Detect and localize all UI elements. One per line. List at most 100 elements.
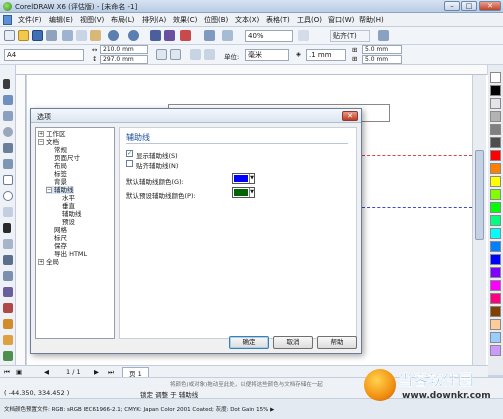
unit-dropdown[interactable]: 毫米 — [245, 49, 289, 61]
duplicate-y-input[interactable]: 5.0 mm — [362, 55, 402, 64]
page-first-icon[interactable]: ⏮ — [4, 368, 10, 377]
palette-swatch[interactable] — [490, 98, 501, 109]
menu-effects[interactable]: 效果(C) — [173, 15, 197, 25]
all-pages-icon[interactable] — [190, 49, 201, 60]
page-next-icon[interactable]: ▶ — [94, 368, 99, 376]
tree-item[interactable]: 水平 — [54, 194, 75, 202]
shape-tool-icon[interactable] — [3, 95, 13, 105]
publish-pdf-icon[interactable] — [180, 30, 191, 41]
tree-item[interactable]: − 文档 — [38, 138, 59, 146]
menu-table[interactable]: 表格(T) — [266, 15, 290, 25]
palette-swatch[interactable] — [490, 215, 501, 226]
export-icon[interactable] — [164, 30, 175, 41]
snap-to-dropdown[interactable]: 贴齐(T) — [330, 30, 370, 42]
rectangle-tool-icon[interactable] — [3, 175, 13, 185]
page-height-input[interactable]: 297.0 mm — [100, 55, 148, 64]
landscape-icon[interactable] — [170, 49, 181, 60]
full-screen-icon[interactable] — [298, 30, 309, 41]
tree-item[interactable]: 网格 — [46, 226, 67, 234]
menu-window[interactable]: 窗口(W) — [328, 15, 354, 25]
tree-item[interactable]: 导出 HTML — [46, 250, 87, 258]
menu-bitmaps[interactable]: 位图(B) — [204, 15, 228, 25]
ok-button[interactable]: 确定 — [229, 336, 269, 349]
tree-item[interactable]: 标尺 — [46, 234, 67, 242]
menu-help[interactable]: 帮助(H) — [359, 15, 384, 25]
tree-item[interactable]: 辅助线 — [54, 210, 82, 218]
palette-swatch[interactable] — [490, 280, 501, 291]
tree-item[interactable]: 标签 — [46, 170, 67, 178]
dimension-tool-icon[interactable] — [3, 255, 13, 265]
save-icon[interactable] — [32, 30, 43, 41]
palette-swatch[interactable] — [490, 293, 501, 304]
freehand-tool-icon[interactable] — [3, 143, 13, 153]
ellipse-tool-icon[interactable] — [3, 191, 13, 201]
palette-swatch[interactable] — [490, 163, 501, 174]
palette-swatch[interactable] — [490, 150, 501, 161]
tree-item[interactable]: 垂直 — [54, 202, 75, 210]
tree-item[interactable]: 保存 — [46, 242, 67, 250]
palette-swatch[interactable] — [490, 332, 501, 343]
undo-icon[interactable] — [108, 30, 119, 41]
palette-swatch[interactable] — [490, 267, 501, 278]
tree-item[interactable]: + 全局 — [38, 258, 59, 266]
copy-icon[interactable] — [76, 30, 87, 41]
scroll-thumb[interactable] — [475, 150, 484, 240]
tree-item[interactable]: 预设 — [54, 218, 75, 226]
palette-swatch[interactable] — [490, 72, 501, 83]
palette-swatch[interactable] — [490, 85, 501, 96]
tree-item[interactable]: 常规 — [46, 146, 67, 154]
close-button[interactable]: ✕ — [479, 1, 501, 11]
palette-swatch[interactable] — [490, 137, 501, 148]
vertical-scrollbar[interactable] — [472, 75, 486, 365]
maximize-button[interactable]: □ — [461, 1, 477, 11]
duplicate-x-input[interactable]: 5.0 mm — [362, 45, 402, 54]
cancel-button[interactable]: 取消 — [273, 336, 313, 349]
portrait-icon[interactable] — [156, 49, 167, 60]
tree-item[interactable]: 布局 — [46, 162, 67, 170]
expand-icon[interactable]: + — [38, 259, 44, 265]
dialog-close-button[interactable]: ✕ — [342, 111, 358, 121]
page-last-icon[interactable]: ⏭ — [108, 368, 114, 377]
palette-swatch[interactable] — [490, 254, 501, 265]
palette-swatch[interactable] — [490, 319, 501, 330]
vertical-ruler[interactable] — [16, 75, 26, 365]
open-icon[interactable] — [18, 30, 29, 41]
palette-swatch[interactable] — [490, 124, 501, 135]
fill-tool-icon[interactable] — [3, 335, 13, 345]
import-icon[interactable] — [150, 30, 161, 41]
palette-swatch[interactable] — [490, 202, 501, 213]
crop-tool-icon[interactable] — [3, 111, 13, 121]
guideline-preset[interactable] — [362, 155, 472, 156]
smart-fill-tool-icon[interactable] — [3, 159, 13, 169]
collapse-icon[interactable]: − — [46, 187, 52, 193]
menu-tools[interactable]: 工具(O) — [297, 15, 322, 25]
new-icon[interactable] — [4, 30, 15, 41]
current-page-icon[interactable] — [204, 49, 215, 60]
paste-icon[interactable] — [90, 30, 101, 41]
zoom-tool-icon[interactable] — [3, 127, 13, 137]
eyedropper-tool-icon[interactable] — [3, 303, 13, 313]
menu-file[interactable]: 文件(F) — [18, 15, 42, 25]
preset-color-picker[interactable]: ▼ — [232, 187, 255, 198]
blend-tool-icon[interactable] — [3, 287, 13, 297]
outline-tool-icon[interactable] — [3, 319, 13, 329]
show-guides-checkbox[interactable]: ✓ — [126, 150, 133, 157]
pick-tool-icon[interactable] — [3, 79, 10, 89]
redo-icon[interactable] — [128, 30, 139, 41]
palette-swatch[interactable] — [490, 345, 501, 356]
page-prev-icon[interactable]: ◀ — [44, 368, 49, 376]
nudge-distance-input[interactable]: .1 mm — [306, 49, 346, 61]
palette-swatch[interactable] — [490, 306, 501, 317]
palette-swatch[interactable] — [490, 176, 501, 187]
connector-tool-icon[interactable] — [3, 271, 13, 281]
menu-arrange[interactable]: 排列(A) — [142, 15, 166, 25]
welcome-screen-icon[interactable] — [222, 30, 233, 41]
guide-color-picker[interactable]: ▼ — [232, 173, 255, 184]
menu-edit[interactable]: 编辑(E) — [49, 15, 73, 25]
tree-item[interactable]: 背景 — [46, 178, 67, 186]
zoom-level-input[interactable]: 40% — [245, 30, 293, 42]
help-button[interactable]: 帮助 — [317, 336, 357, 349]
menu-text[interactable]: 文本(X) — [235, 15, 259, 25]
palette-swatch[interactable] — [490, 189, 501, 200]
palette-swatch[interactable] — [490, 228, 501, 239]
